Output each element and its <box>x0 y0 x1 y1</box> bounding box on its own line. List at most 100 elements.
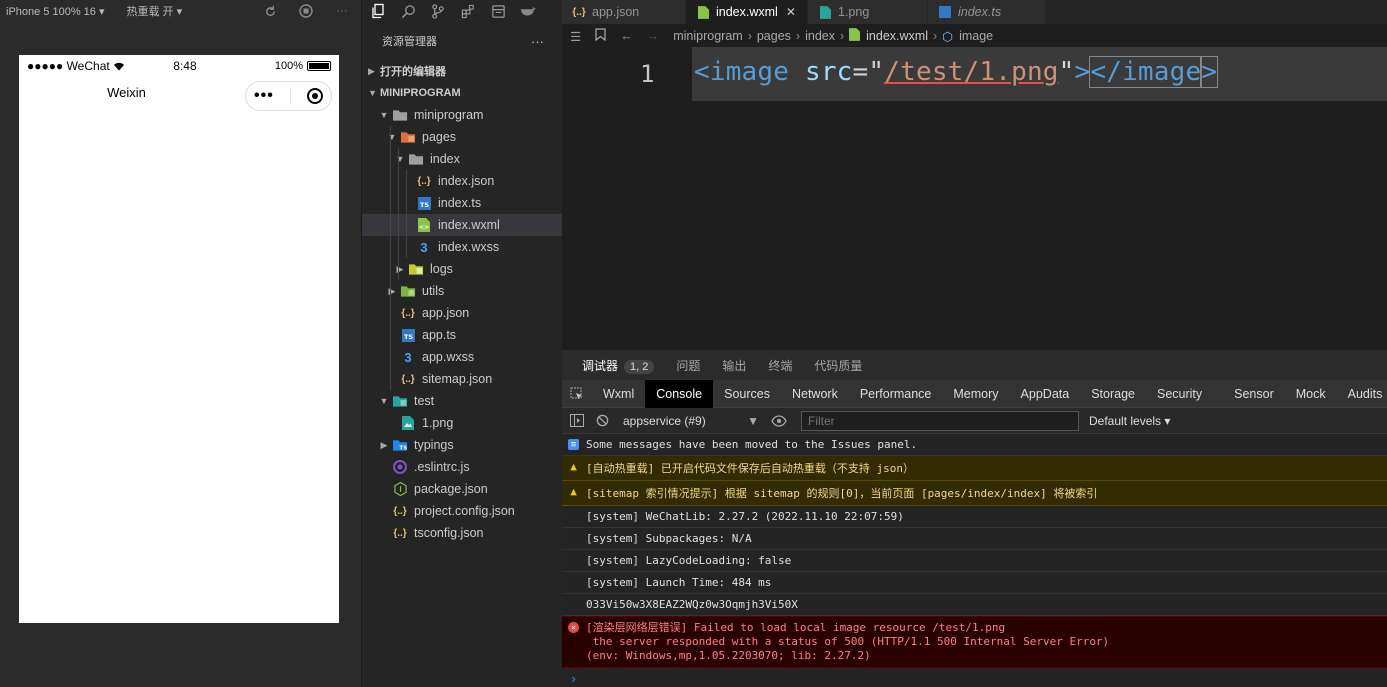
capsule-close-button[interactable] <box>306 88 323 104</box>
breadcrumb-miniprogram[interactable]: miniprogram <box>673 29 742 43</box>
code-open-tag: <image <box>694 57 790 87</box>
tree-item-typings[interactable]: ▶ TS typings <box>362 434 562 456</box>
hot-reload-toggle[interactable]: 热重载 开 ▾ <box>126 3 182 19</box>
tree-item-package-json[interactable]: package.json <box>362 478 562 500</box>
more-icon[interactable]: ··· <box>335 4 349 18</box>
tab-terminal[interactable]: 终端 <box>768 357 792 374</box>
explorer-more-button[interactable]: ··· <box>531 34 544 49</box>
tab-mock[interactable]: Mock <box>1285 380 1337 408</box>
phone-screen: ●●●●● WeChat 8:48 100% Weixin ••• <box>19 55 339 623</box>
breadcrumb-index[interactable]: index <box>805 29 835 43</box>
battery-indicator: 100% <box>275 60 331 72</box>
simulator-toolbar: iPhone 5 100% 16 ▾ 热重载 开 ▾ ··· <box>0 0 361 22</box>
wxml-file-icon: <> <box>416 217 432 233</box>
sidebar-toggle-icon[interactable] <box>570 414 584 427</box>
tab-sources[interactable]: Sources <box>713 380 781 408</box>
tree-item-app-json[interactable]: {..} app.json <box>362 302 562 324</box>
chevron-down-icon: ▼ <box>379 396 389 406</box>
tab-debugger[interactable]: 调试器 1, 2 <box>582 357 655 374</box>
eye-icon[interactable] <box>771 414 787 427</box>
tab-app-json[interactable]: {..} app.json <box>562 0 686 24</box>
tree-item-tsconfig[interactable]: {..} tsconfig.json <box>362 522 562 544</box>
tree-item-project-config[interactable]: {..} project.config.json <box>362 500 562 522</box>
tab-index-ts[interactable]: index.ts <box>928 0 1046 24</box>
capsule-more-button[interactable]: ••• <box>254 87 274 105</box>
context-select[interactable]: appservice (#9) ▼ <box>623 414 759 428</box>
tab-appdata[interactable]: AppData <box>1010 380 1081 408</box>
code-equals: =" <box>852 57 885 87</box>
cloud-icon[interactable] <box>490 3 506 19</box>
tab-network[interactable]: Network <box>781 380 849 408</box>
svg-text:TS: TS <box>399 446 407 451</box>
clear-console-icon[interactable] <box>596 414 609 427</box>
chevron-down-icon: ▼ <box>368 88 377 98</box>
tab-code-quality[interactable]: 代码质量 <box>814 357 862 374</box>
folder-typings-icon: TS <box>392 437 408 453</box>
json-file-icon: {..} <box>417 175 431 187</box>
docker-icon[interactable] <box>520 3 536 19</box>
close-icon[interactable]: ✕ <box>786 5 796 19</box>
tree-item-sitemap-json[interactable]: {..} sitemap.json <box>362 368 562 390</box>
folder-open-icon <box>408 151 424 167</box>
simulator-panel: iPhone 5 100% 16 ▾ 热重载 开 ▾ ··· ●●●●● WeC… <box>0 0 362 687</box>
tab-output[interactable]: 输出 <box>722 357 746 374</box>
tab-wxml[interactable]: Wxml <box>592 380 645 408</box>
folder-open-icon <box>392 107 408 123</box>
console-message-log: [system] Subpackages: N/A <box>562 528 1387 550</box>
files-icon[interactable] <box>370 3 386 19</box>
folder-utils-icon <box>400 283 416 299</box>
chevron-right-icon: ▶ <box>388 285 396 296</box>
tree-item-index-json[interactable]: {..} index.json <box>362 170 562 192</box>
tree-item-index-wxss[interactable]: 3 index.wxss <box>362 236 562 258</box>
tree-item-pages[interactable]: ▼ pages <box>362 126 562 148</box>
search-icon[interactable] <box>400 3 416 19</box>
tree-item-index-folder[interactable]: ▼ index <box>362 148 562 170</box>
tree-item-utils[interactable]: ▶ utils <box>362 280 562 302</box>
project-section[interactable]: ▼ MINIPROGRAM <box>362 82 562 104</box>
breadcrumb-index-wxml[interactable]: index.wxml <box>866 29 928 43</box>
bookmark-icon[interactable] <box>595 28 606 44</box>
log-levels-select[interactable]: Default levels ▾ <box>1089 414 1170 428</box>
code-gt: > <box>1074 57 1091 87</box>
tree-item-app-ts[interactable]: TS app.ts <box>362 324 562 346</box>
breadcrumb-pages[interactable]: pages <box>757 29 791 43</box>
refresh-icon[interactable] <box>263 4 277 18</box>
tab-performance[interactable]: Performance <box>849 380 943 408</box>
tab-memory[interactable]: Memory <box>942 380 1009 408</box>
stop-icon[interactable] <box>299 4 313 18</box>
tab-sensor[interactable]: Sensor <box>1223 380 1285 408</box>
tree-item-test[interactable]: ▼ test <box>362 390 562 412</box>
explorer-panel: 资源管理器 ··· ▶ 打开的编辑器 ▼ MINIPROGRAM ▼ minip… <box>362 0 562 687</box>
console-prompt[interactable]: › <box>562 668 1387 686</box>
source-control-icon[interactable] <box>430 3 446 19</box>
wxml-file-icon <box>696 5 710 19</box>
tree-item-1-png[interactable]: 1.png <box>362 412 562 434</box>
inspect-icon[interactable] <box>562 380 592 408</box>
tab-security[interactable]: Security <box>1146 380 1213 408</box>
devtools-panel-tabs: Wxml Console Sources Network Performance… <box>562 379 1387 408</box>
extensions-icon[interactable] <box>460 3 476 19</box>
tab-console[interactable]: Console <box>645 379 714 408</box>
back-arrow-icon[interactable]: ← <box>620 29 633 43</box>
tree-item-eslintrc[interactable]: .eslintrc.js <box>362 456 562 478</box>
console-filter-input[interactable] <box>801 410 1079 431</box>
tree-item-app-wxss[interactable]: 3 app.wxss <box>362 346 562 368</box>
forward-arrow-icon[interactable]: → <box>647 29 660 43</box>
tab-index-wxml[interactable]: index.wxml ✕ <box>686 0 808 24</box>
tree-item-index-ts[interactable]: TS index.ts <box>362 192 562 214</box>
code-line[interactable]: <image src="/test/1.png"></image> <box>694 56 1219 88</box>
tab-audits[interactable]: Audits <box>1337 380 1387 408</box>
breadcrumb-image[interactable]: image <box>959 29 993 43</box>
list-icon[interactable]: ☰ <box>570 29 581 44</box>
tab-problems[interactable]: 问题 <box>676 357 700 374</box>
debugger-badge: 1, 2 <box>624 359 655 374</box>
tab-storage[interactable]: Storage <box>1080 380 1146 408</box>
open-editors-section[interactable]: ▶ 打开的编辑器 <box>362 60 562 82</box>
tab-1-png[interactable]: 1.png <box>808 0 928 24</box>
tree-item-index-wxml[interactable]: <> index.wxml <box>362 214 562 236</box>
tree-item-logs[interactable]: ▶ logs <box>362 258 562 280</box>
device-select[interactable]: iPhone 5 100% 16 ▾ <box>6 5 104 18</box>
tree-item-miniprogram[interactable]: ▼ miniprogram <box>362 104 562 126</box>
console-message-log: [system] WeChatLib: 2.27.2 (2022.11.10 2… <box>562 506 1387 528</box>
json-file-icon: {..} <box>401 373 415 385</box>
